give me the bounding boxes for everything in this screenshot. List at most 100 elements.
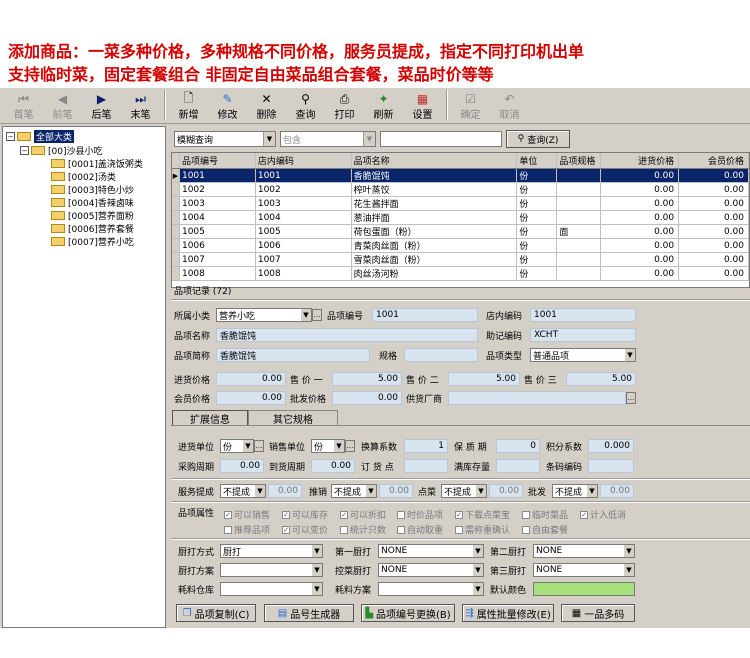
control-kitchen-select[interactable]: NONE ▼: [378, 563, 484, 577]
recommend-commission-field[interactable]: 0.00: [379, 484, 413, 498]
refresh-button[interactable]: ✦ 刷新: [364, 88, 403, 122]
conversion-factor-field[interactable]: 1: [404, 439, 448, 453]
full-stock-field[interactable]: [496, 459, 540, 473]
column-header[interactable]: 店内编码: [256, 153, 352, 168]
item-type-select[interactable]: 普通品项 ▼: [530, 348, 636, 362]
copy-item-button[interactable]: ❐ 品项复制(C): [176, 604, 256, 622]
multi-code-button[interactable]: ▦ 一品多码: [561, 604, 635, 622]
table-row[interactable]: ▶ 1001 1001 香脆馄饨 份 0.00 0.00: [172, 169, 749, 183]
query-input[interactable]: [380, 131, 502, 147]
next-button[interactable]: ▶ 后笔: [82, 88, 121, 122]
arrival-cycle-field[interactable]: 0.00: [311, 459, 355, 473]
purchase-cycle-field[interactable]: 0.00: [220, 459, 264, 473]
table-row[interactable]: 1008 1008 肉丝汤河粉 份 0.00 0.00: [172, 267, 749, 281]
query-submit-button[interactable]: ⚲ 查询(Z): [506, 130, 570, 148]
table-row[interactable]: 1006 1006 青菜肉丝面（粉） 份 0.00 0.00: [172, 239, 749, 253]
price-2-field[interactable]: 5.00: [448, 372, 520, 386]
attr-checkbox[interactable]: 时价品项: [397, 508, 443, 521]
batch-edit-button[interactable]: ⇶ 属性批量修改(E): [462, 604, 554, 622]
expand-toggle-icon[interactable]: −: [6, 131, 15, 141]
attr-checkbox[interactable]: ✓ 可以库存: [282, 508, 328, 521]
shelf-life-field[interactable]: 0: [496, 439, 540, 453]
attr-checkbox[interactable]: ✓ 可以销售: [224, 508, 270, 521]
member-price-field[interactable]: 0.00: [216, 391, 286, 405]
cost-price-field[interactable]: 0.00: [216, 372, 286, 386]
ellipsis-button[interactable]: …: [626, 392, 636, 404]
add-button[interactable]: 🗋 新增: [169, 88, 208, 122]
kitchen-3-select[interactable]: NONE ▼: [533, 563, 635, 577]
table-row[interactable]: 1004 1004 葱油拌面 份 0.00 0.00: [172, 211, 749, 225]
column-header[interactable]: 品项规格: [557, 153, 602, 168]
tab-other-spec[interactable]: 其它规格: [248, 410, 338, 426]
expand-toggle-icon[interactable]: −: [20, 145, 29, 155]
material-plan-select[interactable]: ▼: [378, 582, 484, 596]
default-color-swatch[interactable]: [533, 582, 635, 596]
tree-item[interactable]: [0004]香辣卤味: [51, 196, 134, 209]
store-code-field[interactable]: 1001: [530, 308, 636, 322]
tree-item[interactable]: [0001]盖浇饭粥类: [51, 157, 143, 170]
points-factor-field[interactable]: 0.000: [588, 439, 634, 453]
ellipsis-button[interactable]: …: [345, 440, 355, 452]
ellipsis-button[interactable]: …: [254, 440, 264, 452]
prev-button[interactable]: ◀ 前笔: [43, 88, 82, 122]
ellipsis-button[interactable]: …: [312, 309, 322, 321]
kitchen-mode-select[interactable]: 厨打 ▼: [220, 544, 323, 558]
attr-checkbox[interactable]: 自动取重: [397, 523, 443, 536]
query-op-select[interactable]: 包含 ▼: [280, 131, 376, 147]
sale-unit-select[interactable]: 份 ▼: [311, 439, 345, 453]
edit-button[interactable]: ✎ 修改: [208, 88, 247, 122]
wholesale-commission-field[interactable]: 0.00: [600, 484, 634, 498]
stock-warehouse-select[interactable]: ▼: [220, 582, 323, 596]
table-row[interactable]: 1005 1005 荷包蛋面（粉） 份 面 0.00 0.00: [172, 225, 749, 239]
table-row[interactable]: 1003 1003 花生酱拌面 份 0.00 0.00: [172, 197, 749, 211]
service-commission-field[interactable]: 0.00: [268, 484, 302, 498]
attr-checkbox[interactable]: 统计只数: [340, 523, 386, 536]
settings-button[interactable]: ▦ 设置: [403, 88, 442, 122]
attr-checkbox[interactable]: 推荐品项: [224, 523, 270, 536]
confirm-button[interactable]: ☑ 确定: [451, 88, 490, 122]
print-button[interactable]: ⎙ 打印: [325, 88, 364, 122]
order-commission-select[interactable]: 不提成 ▼: [441, 484, 487, 498]
tree-item[interactable]: [0007]营养小吃: [51, 235, 134, 248]
wholesale-commission-select[interactable]: 不提成 ▼: [552, 484, 598, 498]
item-name-field[interactable]: 香脆馄饨: [216, 328, 478, 342]
barcode-field[interactable]: [588, 459, 634, 473]
attr-checkbox[interactable]: ✓ 下载点菜宝: [455, 508, 510, 521]
attr-checkbox[interactable]: 需称重确认: [455, 523, 510, 536]
tree-item[interactable]: [0002]汤类: [51, 170, 116, 183]
price-1-field[interactable]: 5.00: [332, 372, 402, 386]
last-button[interactable]: ⏭ 末笔: [121, 88, 160, 122]
subclass-select[interactable]: 营养小吃 ▼: [216, 308, 312, 322]
column-header[interactable]: 品项编号: [180, 153, 256, 168]
attr-checkbox[interactable]: ✓ 可以变价: [282, 523, 328, 536]
code-generator-button[interactable]: ▤ 品号生成器: [264, 604, 354, 622]
table-row[interactable]: 1002 1002 榨叶蒸饺 份 0.00 0.00: [172, 183, 749, 197]
short-name-field[interactable]: 香脆馄饨: [216, 348, 370, 362]
supplier-field[interactable]: [448, 391, 626, 405]
attr-checkbox[interactable]: ✓ 可以折扣: [340, 508, 386, 521]
query-button[interactable]: ⚲ 查询: [286, 88, 325, 122]
tree-group[interactable]: − [00]沙县小吃: [20, 144, 102, 157]
cancel-button[interactable]: ↶ 取消: [490, 88, 529, 122]
first-button[interactable]: ⏮ 首笔: [4, 88, 43, 122]
kitchen-1-select[interactable]: NONE ▼: [378, 544, 484, 558]
tree-item[interactable]: [0005]营养面粉: [51, 209, 134, 222]
kitchen-2-select[interactable]: NONE ▼: [533, 544, 635, 558]
tree-item[interactable]: [0003]特色小炒: [51, 183, 134, 196]
tree-item[interactable]: [0006]营养套餐: [51, 222, 134, 235]
wholesale-price-field[interactable]: 0.00: [332, 391, 402, 405]
change-code-button[interactable]: ▙ 品项编号更换(B): [361, 604, 455, 622]
table-row[interactable]: 1007 1007 雪菜肉丝面（粉） 份 0.00 0.00: [172, 253, 749, 267]
price-3-field[interactable]: 5.00: [566, 372, 636, 386]
column-header[interactable]: 单位: [517, 153, 558, 168]
column-header[interactable]: 品项名称: [352, 153, 518, 168]
attr-checkbox[interactable]: 自由套餐: [522, 523, 568, 536]
reorder-point-field[interactable]: [404, 459, 448, 473]
attr-checkbox[interactable]: 临时菜品: [522, 508, 568, 521]
item-code-field[interactable]: 1001: [372, 308, 478, 322]
tab-ext-info[interactable]: 扩展信息: [172, 410, 248, 426]
tree-root[interactable]: − 全部大类: [6, 129, 75, 143]
column-header[interactable]: 会员价格: [679, 153, 749, 168]
delete-button[interactable]: ✕ 删除: [247, 88, 286, 122]
recommend-commission-select[interactable]: 不提成 ▼: [331, 484, 377, 498]
